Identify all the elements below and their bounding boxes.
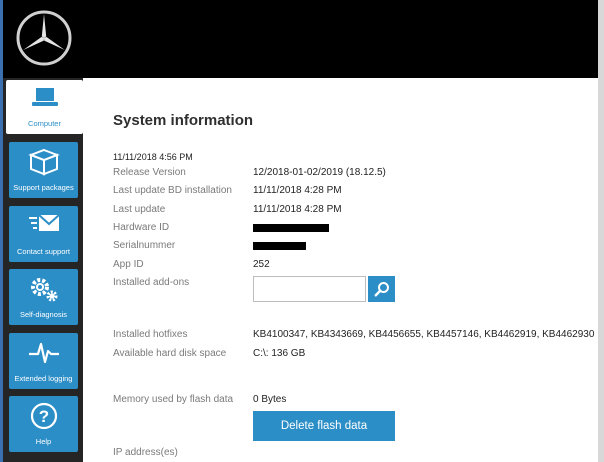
last-update-label: Last update (113, 204, 166, 215)
sidebar-item-contact-support[interactable]: Contact support (9, 206, 78, 262)
page-title: System information (113, 112, 254, 129)
hardware-id-redacted (253, 224, 329, 232)
mercedes-star-logo (16, 10, 72, 66)
hard-disk-space-value: C:\: 136 GB (253, 348, 306, 359)
flash-memory-value: 0 Bytes (253, 394, 287, 405)
info-timestamp: 11/11/2018 4:56 PM (113, 152, 193, 162)
window-border-right (598, 0, 604, 462)
pulse-icon (9, 339, 78, 365)
release-version-value: 12/2018-01-02/2019 (18.12.5) (253, 167, 386, 178)
sidebar-item-help[interactable]: ? Help (9, 396, 78, 452)
sidebar-item-extended-logging[interactable]: Extended logging (9, 333, 78, 389)
sidebar-item-computer[interactable]: Computer (6, 80, 83, 134)
envelope-icon (9, 212, 78, 238)
flash-memory-label: Memory used by flash data (113, 394, 234, 405)
addons-search-button[interactable] (368, 276, 395, 302)
installed-addons-label: Installed add-ons (113, 277, 190, 288)
addons-search-input[interactable] (253, 276, 366, 302)
serialnummer-label: Serialnummer (113, 240, 176, 251)
laptop-icon (6, 86, 83, 110)
sidebar-item-label: Help (35, 437, 52, 446)
sidebar-item-label: Contact support (17, 247, 70, 256)
app-id-value: 252 (253, 259, 270, 270)
search-icon (374, 282, 389, 297)
svg-text:?: ? (38, 407, 48, 426)
main-content: System information 11/11/2018 4:56 PM Re… (83, 78, 598, 462)
sidebar-item-label: Extended logging (14, 374, 73, 383)
serialnummer-redacted (253, 242, 306, 250)
delete-flash-data-button[interactable]: Delete flash data (253, 411, 395, 441)
question-icon: ? (9, 402, 78, 430)
gears-icon (9, 275, 78, 303)
hard-disk-space-label: Available hard disk space (113, 348, 227, 359)
hardware-id-label: Hardware ID (113, 222, 170, 233)
sidebar-item-support-packages[interactable]: Support packages (9, 142, 78, 198)
release-version-label: Release Version (113, 167, 186, 178)
window-border-left (0, 0, 3, 462)
sidebar-item-label: Computer (28, 119, 61, 128)
package-box-icon (9, 148, 78, 176)
app-id-label: App ID (113, 259, 144, 270)
sidebar-item-label: Support packages (13, 183, 74, 192)
sidebar-item-label: Self-diagnosis (19, 310, 68, 319)
sidebar-item-self-diagnosis[interactable]: Self-diagnosis (9, 269, 78, 325)
ip-addresses-label: IP address(es) (113, 447, 178, 458)
sidebar: Computer Support packages Contact suppor… (3, 78, 83, 462)
last-update-bd-label: Last update BD installation (113, 185, 232, 196)
header-bar (0, 0, 598, 78)
last-update-value: 11/11/2018 4:28 PM (253, 204, 342, 215)
installed-hotfixes-label: Installed hotfixes (113, 329, 188, 340)
last-update-bd-value: 11/11/2018 4:28 PM (253, 185, 342, 196)
installed-hotfixes-value: KB4100347, KB4343669, KB4456655, KB44571… (253, 329, 595, 340)
